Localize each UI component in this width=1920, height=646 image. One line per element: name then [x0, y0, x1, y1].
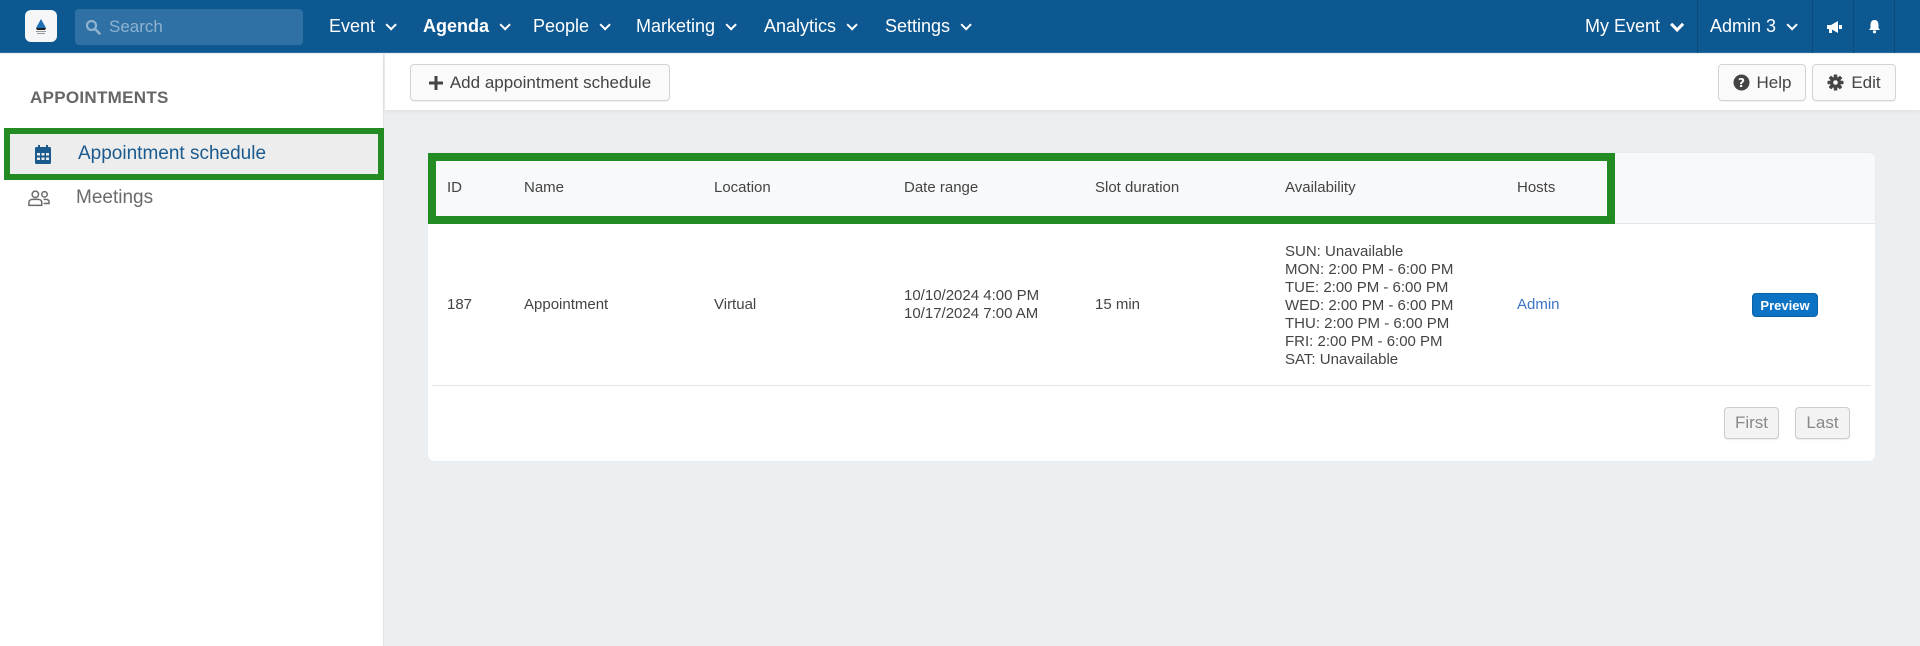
sidebar-title: APPOINTMENTS — [30, 88, 169, 107]
appointment-schedule-table: ID Name Location Date range Slot duratio… — [428, 153, 1875, 461]
chevron-down-icon — [385, 18, 397, 31]
add-appointment-schedule-button[interactable]: Add appointment schedule — [410, 64, 670, 101]
search-icon — [85, 19, 101, 35]
cell-date-range: 10/10/2024 4:00 PM 10/17/2024 7:00 AM — [904, 287, 1039, 323]
cell-hosts: Admin — [1517, 296, 1560, 314]
nav-event[interactable]: Event — [329, 0, 397, 53]
edit-button-label: Edit — [1851, 72, 1881, 92]
sidebar: APPOINTMENTS Appointment schedule Meetin… — [0, 54, 384, 646]
gear-icon — [1827, 74, 1844, 91]
bell-icon — [1868, 20, 1880, 34]
help-button-label: Help — [1756, 72, 1792, 92]
table-row: 187 Appointment Virtual 10/10/2024 4:00 … — [432, 225, 1871, 386]
nav-people-label: People — [533, 16, 590, 36]
preview-button[interactable]: Preview — [1752, 293, 1818, 317]
chevron-down-icon — [499, 18, 511, 31]
cell-id: 187 — [447, 296, 473, 313]
nav-people[interactable]: People — [533, 0, 611, 53]
pagination-first-button[interactable]: First — [1724, 407, 1779, 439]
megaphone-icon — [1826, 20, 1842, 33]
chevron-down-icon — [725, 18, 737, 31]
availability-thu: THU: 2:00 PM - 6:00 PM — [1285, 315, 1450, 332]
page-toolbar: Add appointment schedule ? Help Edit — [385, 54, 1920, 110]
availability-mon: MON: 2:00 PM - 6:00 PM — [1285, 261, 1454, 278]
search-input[interactable] — [109, 17, 289, 37]
nav-analytics[interactable]: Analytics — [764, 0, 858, 53]
plus-icon — [428, 75, 443, 90]
nav-divider — [1697, 0, 1698, 53]
nav-divider — [1894, 0, 1895, 53]
availability-tue: TUE: 2:00 PM - 6:00 PM — [1285, 279, 1449, 296]
chevron-down-icon — [1670, 17, 1685, 32]
global-search[interactable] — [75, 9, 303, 45]
calendar-icon — [32, 143, 54, 165]
chevron-down-icon — [846, 18, 858, 31]
nav-marketing-label: Marketing — [636, 16, 716, 36]
availability-fri: FRI: 2:00 PM - 6:00 PM — [1285, 333, 1443, 350]
pagination-last-button[interactable]: Last — [1795, 407, 1850, 439]
host-link[interactable]: Admin — [1517, 296, 1560, 313]
cell-availability: SUN: Unavailable MON: 2:00 PM - 6:00 PM … — [1285, 243, 1453, 369]
date-end: 10/17/2024 7:00 AM — [904, 305, 1039, 322]
announcements-button[interactable] — [1814, 0, 1854, 53]
chevron-down-icon — [599, 18, 611, 31]
date-start: 10/10/2024 4:00 PM — [904, 287, 1040, 304]
nav-marketing[interactable]: Marketing — [636, 0, 737, 53]
sidebar-item-label: Meetings — [76, 187, 154, 208]
availability-wed: WED: 2:00 PM - 6:00 PM — [1285, 297, 1454, 314]
event-selector[interactable]: My Event — [1585, 0, 1685, 53]
add-button-label: Add appointment schedule — [449, 72, 652, 92]
sidebar-item-meetings[interactable]: Meetings — [4, 176, 384, 220]
nav-settings[interactable]: Settings — [885, 0, 972, 53]
edit-button[interactable]: Edit — [1812, 64, 1896, 101]
nav-event-label: Event — [329, 16, 376, 36]
chevron-down-icon — [960, 18, 972, 31]
user-menu-label: Admin 3 — [1710, 16, 1777, 36]
availability-sat: SAT: Unavailable — [1285, 351, 1399, 368]
notifications-button[interactable] — [1854, 0, 1894, 53]
chevron-down-icon — [1786, 18, 1798, 31]
help-button[interactable]: ? Help — [1718, 64, 1806, 101]
top-navbar: Event Agenda People Marketing Analytics … — [0, 0, 1920, 53]
users-icon — [28, 187, 50, 209]
logo-icon — [36, 19, 46, 34]
nav-analytics-label: Analytics — [764, 16, 837, 36]
cell-location: Virtual — [714, 296, 757, 313]
app-logo[interactable] — [25, 10, 57, 42]
sidebar-item-label: Appointment schedule — [78, 143, 267, 164]
cell-name: Appointment — [524, 296, 609, 313]
svg-text:?: ? — [1738, 76, 1745, 90]
nav-agenda-label: Agenda — [423, 16, 490, 36]
user-menu[interactable]: Admin 3 — [1710, 0, 1798, 53]
cell-slot-duration: 15 min — [1095, 296, 1141, 313]
nav-agenda[interactable]: Agenda — [423, 0, 511, 53]
nav-settings-label: Settings — [885, 16, 951, 36]
question-circle-icon: ? — [1733, 74, 1750, 91]
nav-divider — [1812, 0, 1813, 53]
sidebar-item-appointment-schedule[interactable]: Appointment schedule — [4, 128, 384, 180]
header-highlight-box — [428, 153, 1615, 224]
event-selector-label: My Event — [1585, 16, 1661, 36]
availability-sun: SUN: Unavailable — [1285, 243, 1404, 260]
